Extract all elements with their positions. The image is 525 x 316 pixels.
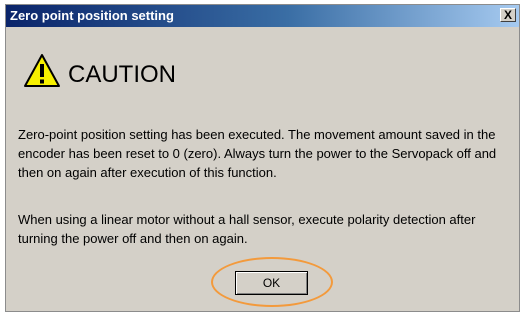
close-button[interactable]: X bbox=[500, 8, 516, 22]
message-paragraph-2: When using a linear motor without a hall… bbox=[18, 212, 476, 246]
window-title: Zero point position setting bbox=[10, 8, 174, 23]
ok-button[interactable]: OK bbox=[235, 271, 308, 295]
caution-dialog: Zero point position setting X CAUTION Ze… bbox=[5, 4, 520, 312]
warning-icon bbox=[24, 54, 60, 87]
message-paragraph-1: Zero-point position setting has been exe… bbox=[18, 127, 497, 180]
title-bar[interactable]: Zero point position setting X bbox=[6, 5, 519, 27]
caution-label: CAUTION bbox=[68, 61, 176, 88]
